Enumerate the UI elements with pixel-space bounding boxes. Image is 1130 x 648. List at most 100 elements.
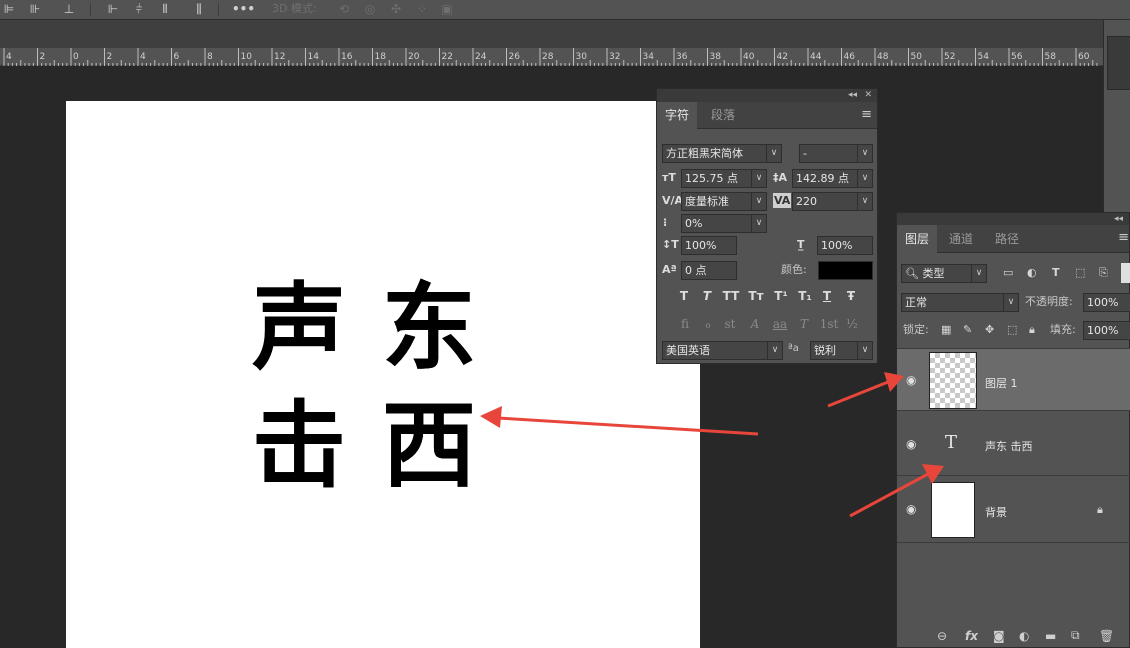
- tab-layers[interactable]: 图层: [897, 225, 938, 253]
- delete-layer-icon[interactable]: 🗑︎: [1099, 629, 1114, 643]
- filter-shape-icon[interactable]: ⬚: [1075, 266, 1085, 280]
- tsume-icon: ⁝: [663, 216, 668, 229]
- tab-paragraph[interactable]: 段落: [703, 102, 743, 129]
- kerning-select[interactable]: 度量标准 ∨: [681, 192, 767, 211]
- layer-name[interactable]: 声东 击西: [985, 438, 1033, 454]
- swash-button[interactable]: A: [747, 316, 763, 332]
- ruler-label: 46: [844, 52, 856, 62]
- superscript-button[interactable]: T¹: [772, 288, 790, 304]
- all-caps-button[interactable]: TT: [721, 288, 741, 304]
- eye-icon[interactable]: ◉: [906, 502, 916, 516]
- eye-icon[interactable]: ◉: [906, 437, 916, 451]
- canvas-char-4[interactable]: 西: [382, 397, 476, 497]
- link-layers-icon[interactable]: ⊖: [937, 629, 947, 643]
- distribute-space-icon[interactable]: ⫼: [192, 2, 206, 16]
- double-chevron-icon[interactable]: ◂◂: [1114, 213, 1123, 225]
- tab-character[interactable]: 字符: [657, 102, 698, 129]
- discretionary-ligatures-button[interactable]: ℴ: [700, 316, 716, 332]
- lock-transparent-icon[interactable]: ▦: [941, 323, 951, 337]
- leading-icon: ‡A: [773, 171, 788, 184]
- panel-menu-icon[interactable]: ≡: [1118, 231, 1129, 245]
- 3d-roll-icon[interactable]: ◎: [362, 2, 378, 16]
- distribute-center-icon[interactable]: ⫩: [132, 2, 146, 16]
- language-select[interactable]: 美国英语 ∨: [662, 341, 783, 360]
- horizontal-scale-field[interactable]: 100%: [817, 236, 873, 255]
- lock-artboard-icon[interactable]: ⬚: [1007, 323, 1017, 337]
- anti-alias-select[interactable]: 锐利 ∨: [810, 341, 873, 360]
- 3d-rotate-icon[interactable]: ⟲: [336, 2, 352, 16]
- align-hcenter-icon[interactable]: ⊪: [28, 2, 42, 16]
- lock-all-icon[interactable]: 🔒︎: [1029, 323, 1035, 337]
- leading-select[interactable]: 142.89 点 ∨: [792, 169, 873, 188]
- faux-bold-button[interactable]: T: [677, 288, 691, 304]
- filter-pixel-icon[interactable]: ▭: [1003, 266, 1013, 280]
- distribute-right-icon[interactable]: ⫴: [158, 2, 172, 16]
- adjustment-layer-icon[interactable]: ◐: [1019, 629, 1029, 643]
- filter-smart-object-icon[interactable]: ⎘: [1099, 266, 1108, 280]
- layer-row-layer1[interactable]: ◉ 图层 1: [897, 348, 1130, 411]
- lock-label: 锁定:: [903, 323, 929, 336]
- canvas-char-3[interactable]: 击: [252, 397, 346, 497]
- anti-alias-value: 锐利: [814, 344, 836, 357]
- new-group-icon[interactable]: ▬: [1045, 629, 1056, 643]
- font-family-select[interactable]: 方正粗黑宋简体 ∨: [662, 144, 782, 163]
- double-chevron-icon[interactable]: ◂◂: [848, 89, 857, 102]
- filter-adjustment-icon[interactable]: ◐: [1027, 266, 1037, 280]
- text-color-swatch[interactable]: [818, 261, 873, 280]
- panel-menu-icon[interactable]: ≡: [861, 108, 872, 122]
- new-layer-icon[interactable]: ⧉: [1071, 628, 1080, 643]
- collapsed-panel-icons[interactable]: [1107, 36, 1130, 90]
- baseline-shift-field[interactable]: 0 点: [681, 261, 737, 280]
- canvas-char-2[interactable]: 东: [382, 279, 476, 379]
- titling-alternates-button[interactable]: T: [796, 316, 812, 332]
- document-canvas[interactable]: 声 东 击 西: [66, 101, 700, 648]
- lock-image-icon[interactable]: ✎: [963, 323, 972, 337]
- tsume-select[interactable]: 0% ∨: [681, 214, 767, 233]
- eye-icon[interactable]: ◉: [906, 373, 916, 387]
- fill-label: 填充:: [1050, 323, 1076, 336]
- tab-channels[interactable]: 通道: [941, 225, 981, 253]
- align-left-icon[interactable]: ⊫: [2, 2, 16, 16]
- fill-field[interactable]: 100%: [1083, 321, 1130, 340]
- layer-name[interactable]: 图层 1: [985, 375, 1018, 391]
- opacity-field[interactable]: 100%: [1083, 293, 1130, 312]
- filter-text-icon[interactable]: T: [1052, 266, 1060, 280]
- horizontal-ruler[interactable]: 4 2 0 2 4 6 8 10 12 14 16 18 20 22 24 26 28 30 32 34 36 38 40 4…: [0, 48, 1103, 66]
- collapsed-panel-strip: [1103, 20, 1130, 220]
- faux-italic-button[interactable]: T: [700, 288, 714, 304]
- canvas-char-1[interactable]: 声: [252, 279, 346, 379]
- character-panel: ◂◂ ✕ 字符 段落 ≡ 方正粗黑宋简体 ∨ - ∨ ᴛT 125.75 点 ∨ ‡A…: [656, 88, 878, 364]
- fx-icon[interactable]: fx: [965, 629, 978, 643]
- fractions-button[interactable]: ½: [844, 316, 860, 332]
- vertical-scale-field[interactable]: 100%: [681, 236, 737, 255]
- ligatures-button[interactable]: fi: [677, 316, 693, 332]
- font-size-select[interactable]: 125.75 点 ∨: [681, 169, 767, 188]
- layer-name[interactable]: 背景: [985, 504, 1007, 520]
- ordinals-button[interactable]: 1st: [819, 316, 839, 332]
- subscript-button[interactable]: T₁: [796, 288, 814, 304]
- close-icon[interactable]: ✕: [864, 89, 872, 102]
- font-style-select[interactable]: - ∨: [799, 144, 873, 163]
- stylistic-alternates-button[interactable]: aa: [769, 316, 791, 332]
- filter-toggle[interactable]: [1121, 263, 1130, 283]
- layer-row-background[interactable]: ◉ 背景 🔒︎: [897, 477, 1130, 543]
- 3d-pan-icon[interactable]: ✣: [388, 2, 404, 16]
- underline-button[interactable]: T: [820, 288, 834, 304]
- tracking-select[interactable]: 220 ∨: [792, 192, 873, 211]
- tab-paths[interactable]: 路径: [987, 225, 1027, 253]
- align-bottom-icon[interactable]: ⊥: [62, 2, 76, 16]
- distribute-left-icon[interactable]: ⊩: [106, 2, 120, 16]
- add-mask-icon[interactable]: ◙: [993, 629, 1005, 643]
- strikethrough-button[interactable]: Ŧ: [844, 288, 858, 304]
- panel-header-strip: ◂◂ ✕: [657, 89, 877, 102]
- layer-row-text[interactable]: ◉ T 声东 击西: [897, 412, 1130, 476]
- small-caps-button[interactable]: Tт: [747, 288, 765, 304]
- lock-position-icon[interactable]: ✥: [985, 323, 994, 337]
- blend-mode-select[interactable]: 正常 ∨: [901, 293, 1019, 312]
- contextual-alternates-button[interactable]: st: [721, 316, 739, 332]
- 3d-slide-icon[interactable]: ⁘: [414, 2, 430, 16]
- ellipsis-icon[interactable]: •••: [232, 2, 255, 16]
- mode-3d-label: 3D 模式:: [272, 2, 317, 15]
- 3d-camera-icon[interactable]: ▣: [438, 2, 456, 16]
- layer-filter-select[interactable]: 🔍︎ 类型 ∨: [901, 264, 987, 283]
